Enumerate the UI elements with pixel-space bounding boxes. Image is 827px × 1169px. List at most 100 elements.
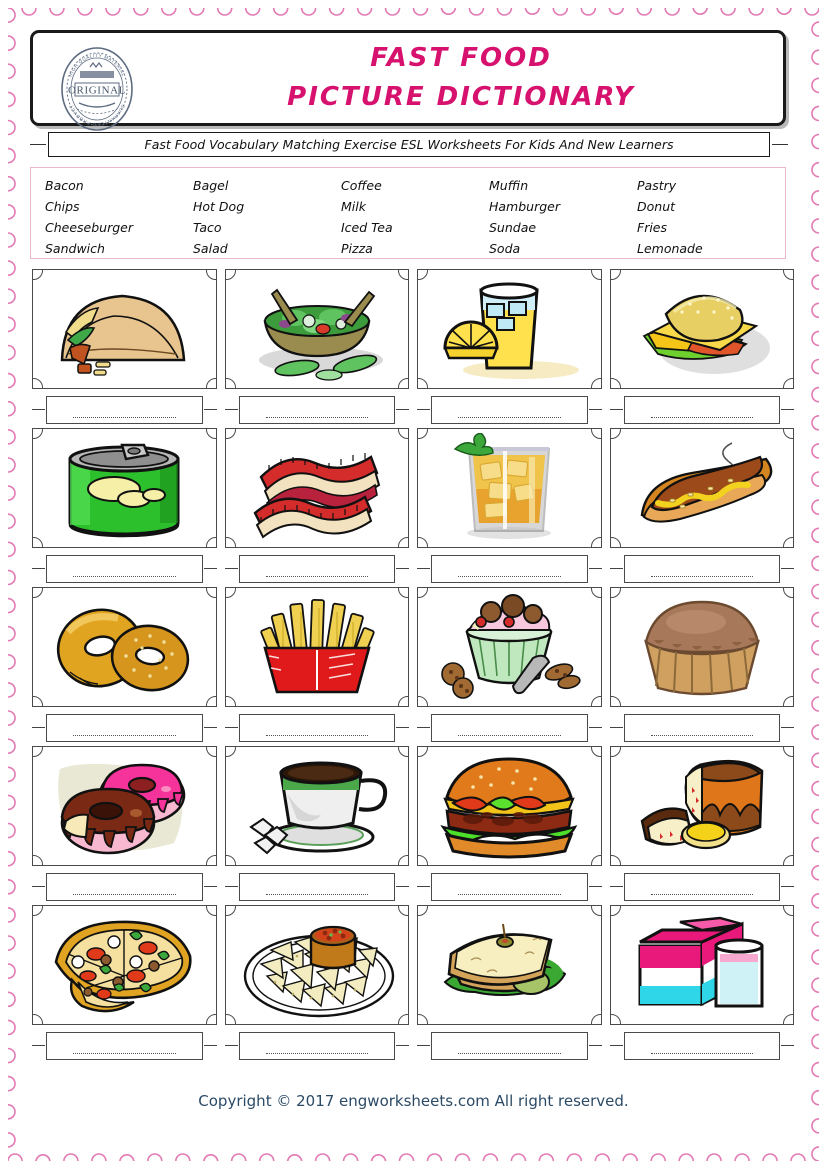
picture-card [413, 267, 606, 426]
answer-tick-left [32, 1045, 45, 1046]
picture-card [606, 585, 799, 744]
answer-input[interactable] [623, 396, 780, 424]
picture-frame [224, 428, 409, 548]
answer-tick-left [224, 727, 238, 728]
title-line-1: FAST FOOD [370, 43, 552, 73]
answer-dotted-line [73, 1053, 176, 1054]
answer-input[interactable] [238, 1032, 395, 1060]
answer-row [609, 714, 794, 742]
answer-tick-left [417, 886, 430, 887]
answer-tick-left [609, 727, 623, 728]
answer-tick-right [588, 1045, 602, 1046]
answer-dotted-line [73, 894, 176, 895]
answer-tick-left [417, 568, 430, 569]
answer-input[interactable] [623, 555, 780, 583]
picture-frame [417, 746, 602, 866]
answer-input[interactable] [431, 873, 588, 901]
word-bank-item: Muffin [489, 178, 529, 193]
pizza-icon [33, 906, 216, 1024]
answer-row [32, 873, 217, 901]
answer-input[interactable] [238, 714, 395, 742]
answer-dotted-line [650, 735, 753, 736]
answer-dotted-line [265, 894, 368, 895]
word-bank-item: Milk [341, 199, 366, 214]
answer-row [32, 555, 217, 583]
answer-dotted-line [73, 576, 176, 577]
picture-card [413, 744, 606, 903]
answer-input[interactable] [46, 1032, 203, 1060]
answer-tick-left [224, 568, 238, 569]
answer-tick-right [588, 886, 602, 887]
picture-frame [609, 746, 794, 866]
word-bank-item: Salad [193, 241, 228, 256]
answer-tick-right [396, 1045, 409, 1046]
answer-input[interactable] [46, 555, 203, 583]
answer-row [417, 873, 602, 901]
answer-input[interactable] [431, 1032, 588, 1060]
subtitle-tick-left [30, 144, 46, 145]
picture-frame [417, 587, 602, 707]
answer-dotted-line [265, 417, 368, 418]
title-line-2: PICTURE DICTIONARY [287, 82, 635, 112]
answer-input[interactable] [623, 1032, 780, 1060]
answer-tick-right [781, 568, 794, 569]
answer-input[interactable] [46, 873, 203, 901]
answer-input[interactable] [46, 396, 203, 424]
word-bank-item: Chips [45, 199, 80, 214]
answer-tick-right [396, 568, 409, 569]
copyright-text: Copyright © 2017 engworksheets.com All r… [198, 1092, 629, 1110]
answer-input[interactable] [431, 555, 588, 583]
answer-tick-right [203, 886, 217, 887]
hamburger-icon [418, 747, 601, 865]
picture-card [606, 267, 799, 426]
header-box: ORIGINAL HIGH QUALITY MATERIAL GUARANTEE… [30, 30, 786, 131]
word-bank-item: Hot Dog [193, 199, 245, 214]
answer-input[interactable] [238, 873, 395, 901]
answer-row [417, 396, 602, 424]
word-bank-item: Pastry [637, 178, 677, 193]
answer-input[interactable] [431, 396, 588, 424]
answer-row [32, 396, 217, 424]
picture-card [28, 903, 221, 1062]
picture-card [221, 267, 414, 426]
answer-tick-left [417, 727, 430, 728]
milk-icon [611, 906, 794, 1024]
word-bank-item: Sandwich [45, 241, 105, 256]
picture-card [606, 744, 799, 903]
chips-icon [226, 906, 409, 1024]
answer-input[interactable] [238, 555, 395, 583]
word-bank-item: Taco [193, 220, 222, 235]
answer-row [224, 396, 409, 424]
answer-input[interactable] [431, 714, 588, 742]
answer-row [224, 1032, 409, 1060]
picture-card [221, 426, 414, 585]
picture-frame [224, 587, 409, 707]
word-bank-item: Donut [637, 199, 676, 214]
page-title: FAST FOOD PICTURE DICTIONARY [153, 39, 769, 117]
picture-card [413, 585, 606, 744]
picture-card [606, 903, 799, 1062]
answer-tick-right [203, 409, 217, 410]
answer-tick-right [203, 1045, 217, 1046]
answer-input[interactable] [238, 396, 395, 424]
answer-input[interactable] [623, 714, 780, 742]
answer-tick-right [781, 409, 794, 410]
answer-input[interactable] [46, 714, 203, 742]
answer-tick-right [396, 727, 409, 728]
picture-frame [609, 905, 794, 1025]
sundae-icon [418, 588, 601, 706]
cheeseburger-icon [611, 270, 794, 388]
picture-frame [609, 269, 794, 389]
answer-row [224, 873, 409, 901]
lemonade-icon [418, 270, 601, 388]
answer-tick-right [396, 886, 409, 887]
answer-input[interactable] [623, 873, 780, 901]
picture-frame [417, 905, 602, 1025]
answer-tick-left [32, 568, 45, 569]
answer-dotted-line [650, 1053, 753, 1054]
answer-row [417, 555, 602, 583]
picture-card [221, 903, 414, 1062]
answer-row [417, 714, 602, 742]
answer-row [224, 555, 409, 583]
original-stamp-icon: ORIGINAL HIGH QUALITY MATERIAL GUARANTEE… [61, 47, 133, 131]
